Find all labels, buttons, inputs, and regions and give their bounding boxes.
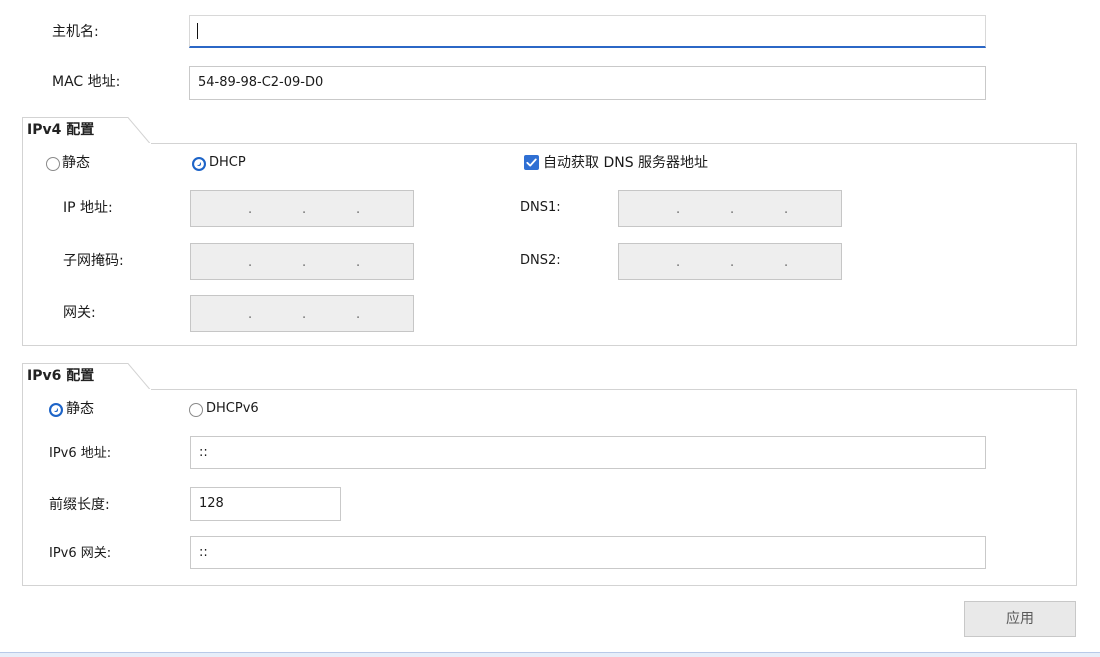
gateway-field[interactable]: . . . (190, 295, 414, 332)
dns2-field[interactable]: . . . (618, 243, 842, 280)
ipv4-dhcp-label: DHCP (209, 155, 246, 170)
ip-address-label: IP 地址: (63, 200, 113, 216)
ip-address-field[interactable]: . . . (190, 190, 414, 227)
prefix-length-label: 前缀长度: (49, 497, 110, 513)
ipv6-dhcpv6-radio[interactable] (189, 403, 203, 417)
prefix-length-input[interactable]: 128 (190, 487, 341, 521)
text-caret (197, 23, 198, 39)
ipv6-gateway-label: IPv6 网关: (49, 546, 112, 561)
ipv4-group (22, 143, 1077, 346)
ip-separator: . (730, 202, 735, 217)
bottom-divider (0, 652, 1100, 657)
ip-separator: . (356, 307, 361, 322)
hostname-input[interactable] (189, 15, 986, 48)
ip-separator: . (302, 255, 307, 270)
ip-separator: . (676, 255, 681, 270)
ipv4-static-radio[interactable] (46, 157, 60, 171)
ipv6-static-label: 静态 (66, 401, 94, 417)
ip-separator: . (356, 202, 361, 217)
ipv4-dhcp-radio[interactable] (192, 157, 206, 171)
ip-separator: . (356, 255, 361, 270)
ipv6-title: IPv6 配置 (27, 368, 95, 384)
ip-separator: . (730, 255, 735, 270)
ipv6-address-input[interactable]: :: (190, 436, 986, 469)
ipv6-tab-edge (120, 363, 151, 390)
check-icon (526, 158, 537, 167)
ipv4-tab-edge (120, 117, 151, 144)
gateway-label: 网关: (63, 305, 96, 321)
ip-separator: . (784, 255, 789, 270)
ip-separator: . (676, 202, 681, 217)
ip-separator: . (784, 202, 789, 217)
ip-separator: . (248, 202, 253, 217)
dns1-label: DNS1: (520, 200, 561, 215)
hostname-label: 主机名: (52, 24, 99, 40)
apply-button[interactable]: 应用 (964, 601, 1076, 637)
subnet-mask-label: 子网掩码: (63, 253, 124, 269)
ipv6-address-label: IPv6 地址: (49, 446, 112, 461)
dns1-field[interactable]: . . . (618, 190, 842, 227)
ipv6-static-radio[interactable] (49, 403, 63, 417)
ipv4-static-label: 静态 (62, 155, 90, 171)
subnet-mask-field[interactable]: . . . (190, 243, 414, 280)
ip-separator: . (302, 202, 307, 217)
auto-dns-label: 自动获取 DNS 服务器地址 (543, 155, 709, 171)
ipv6-dhcpv6-label: DHCPv6 (206, 401, 259, 416)
ipv4-title: IPv4 配置 (27, 122, 95, 138)
mac-input[interactable]: 54-89-98-C2-09-D0 (189, 66, 986, 100)
ip-separator: . (248, 255, 253, 270)
ip-separator: . (302, 307, 307, 322)
dns2-label: DNS2: (520, 253, 561, 268)
ipv6-gateway-input[interactable]: :: (190, 536, 986, 569)
ip-separator: . (248, 307, 253, 322)
mac-label: MAC 地址: (52, 74, 121, 90)
auto-dns-checkbox[interactable] (524, 155, 539, 170)
